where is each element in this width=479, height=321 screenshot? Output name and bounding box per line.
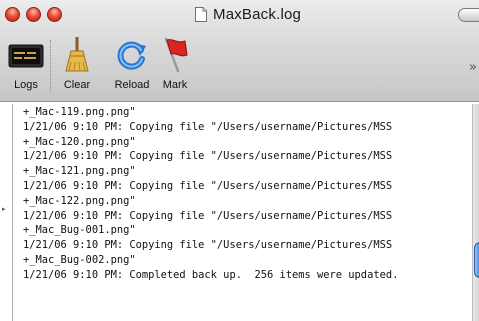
log-line: 1/21/06 9:10 PM: Copying file "/Users/us… xyxy=(23,209,393,222)
splitter-arrow-icon[interactable]: ▸ xyxy=(2,206,7,213)
reload-icon xyxy=(114,37,150,73)
console-icon xyxy=(8,37,44,73)
log-line: 1/21/06 9:10 PM: Copying file "/Users/us… xyxy=(23,179,393,192)
toolbar-toggle-button[interactable] xyxy=(458,8,479,22)
clear-button[interactable]: Clear xyxy=(57,37,97,95)
log-window: MaxBack.log Logs Clear Reload Mark » ▸ +… xyxy=(0,0,479,321)
minimize-button[interactable] xyxy=(26,7,41,22)
log-line: 1/21/06 9:10 PM: Copying file "/Users/us… xyxy=(23,150,393,163)
reload-label: Reload xyxy=(114,79,150,91)
title-bar: MaxBack.log xyxy=(195,4,301,24)
log-line: +_Mac_Bug-001.png" xyxy=(23,224,136,237)
log-line: +_Mac-122.png.png" xyxy=(23,194,136,207)
close-button[interactable] xyxy=(5,7,20,22)
log-line: 1/21/06 9:10 PM: Completed back up. 256 … xyxy=(23,268,399,281)
mark-button[interactable]: Mark xyxy=(155,37,195,95)
window-toolbar: MaxBack.log Logs Clear Reload Mark » xyxy=(0,0,479,102)
broom-icon xyxy=(59,37,95,73)
log-line: +_Mac_Bug-002.png" xyxy=(23,253,136,266)
log-line: +_Mac-119.png.png" xyxy=(23,106,136,118)
log-text-view[interactable]: +_Mac-119.png.png" 1/21/06 9:10 PM: Copy… xyxy=(12,104,473,321)
flag-icon xyxy=(157,37,193,73)
logs-label: Logs xyxy=(14,79,38,91)
logs-button[interactable]: Logs xyxy=(6,37,46,95)
log-line: 1/21/06 9:10 PM: Copying file "/Users/us… xyxy=(23,120,393,133)
mark-label: Mark xyxy=(162,79,188,91)
log-line: 1/21/06 9:10 PM: Copying file "/Users/us… xyxy=(23,239,393,252)
log-line: +_Mac-121.png.png" xyxy=(23,165,136,178)
toolbar-overflow-icon[interactable]: » xyxy=(469,60,477,75)
clear-label: Clear xyxy=(63,79,91,91)
window-title: MaxBack.log xyxy=(213,5,302,23)
scrollbar-thumb[interactable] xyxy=(474,242,479,278)
zoom-button[interactable] xyxy=(47,7,62,22)
log-lines: +_Mac-119.png.png" 1/21/06 9:10 PM: Copy… xyxy=(23,105,473,283)
log-line: +_Mac-120.png.png" xyxy=(23,135,136,148)
toolbar-separator xyxy=(50,40,51,92)
reload-button[interactable]: Reload xyxy=(107,37,157,95)
document-icon xyxy=(195,6,207,22)
vertical-scrollbar[interactable] xyxy=(472,104,479,321)
